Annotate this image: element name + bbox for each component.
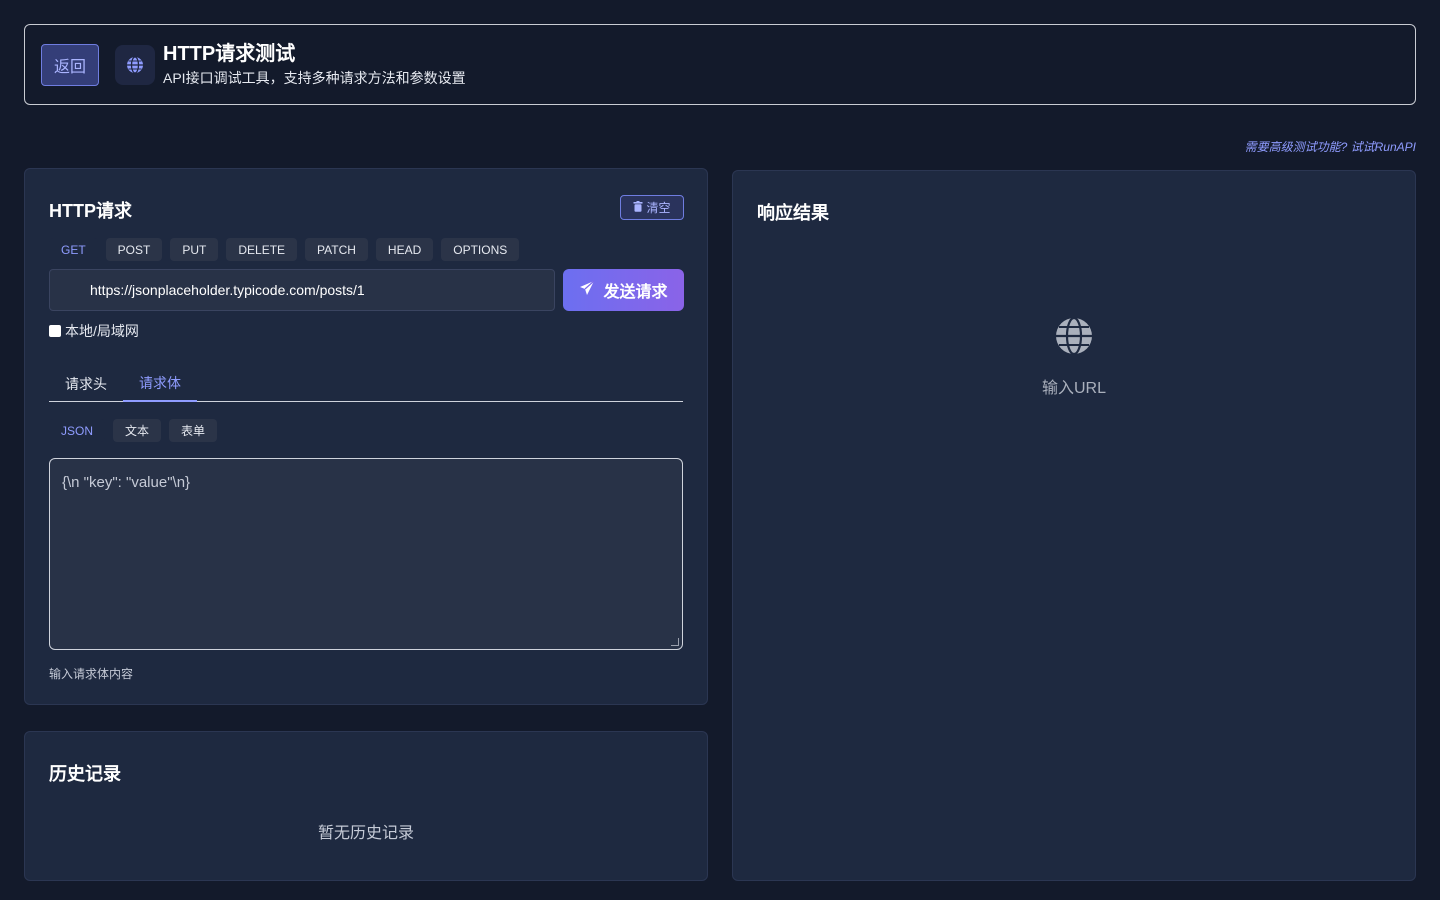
local-network-checkbox[interactable] (49, 325, 61, 337)
request-title: HTTP请求 (49, 201, 132, 221)
body-placeholder: {\n "key": "value"\n} (62, 474, 191, 491)
header-title-block: HTTP请求测试 API接口调试工具，支持多种请求方法和参数设置 (163, 42, 466, 88)
history-empty-text: 暂无历史记录 (317, 825, 414, 842)
history-title: 历史记录 (49, 764, 121, 784)
body-type-selector: JSON 文本 表单 (49, 419, 218, 442)
clear-button[interactable]: 清空 (620, 195, 684, 220)
send-request-button[interactable]: 发送请求 (563, 269, 684, 311)
page-subtitle: API接口调试工具，支持多种请求方法和参数设置 (163, 69, 466, 86)
body-type-text[interactable]: 文本 (113, 419, 162, 442)
resize-handle-icon[interactable] (671, 638, 679, 646)
runapi-link[interactable]: 需要高级测试功能? 试试RunAPI (1245, 138, 1416, 155)
history-card: 历史记录 暂无历史记录 (24, 731, 708, 881)
method-selector: GET POST PUT DELETE PATCH HEAD OPTIONS (49, 238, 520, 261)
back-button[interactable]: 返回 (41, 43, 99, 86)
request-tabs: 请求头 请求体 (49, 366, 683, 402)
method-put[interactable]: PUT (170, 238, 219, 261)
method-post[interactable]: POST (105, 238, 163, 261)
globe-icon (115, 44, 155, 85)
request-card: HTTP请求 清空 GET POST PUT DELETE PATCH HEAD… (24, 168, 708, 705)
local-network-label: 本地/局域网 (65, 323, 139, 339)
method-delete[interactable]: DELETE (226, 238, 298, 261)
send-label: 发送请求 (603, 284, 668, 301)
tab-body[interactable]: 请求体 (123, 366, 197, 402)
page-title: HTTP请求测试 (163, 42, 296, 65)
method-get[interactable]: GET (49, 238, 98, 261)
response-empty-state: 输入URL (733, 316, 1415, 398)
trash-icon (633, 200, 643, 215)
page-header: 返回 HTTP请求测试 API接口调试工具，支持多种请求方法和参数设置 (24, 24, 1416, 105)
body-hint: 输入请求体内容 (49, 667, 134, 681)
response-card: 响应结果 输入URL (732, 170, 1416, 881)
local-network-option[interactable]: 本地/局域网 (49, 321, 139, 341)
globe-icon (1055, 316, 1093, 360)
url-input[interactable]: https://jsonplaceholder.typicode.com/pos… (49, 269, 555, 311)
response-empty-text: 输入URL (1041, 380, 1106, 397)
clear-label: 清空 (646, 201, 671, 215)
body-type-json[interactable]: JSON (49, 419, 106, 442)
response-title: 响应结果 (757, 203, 829, 223)
method-patch[interactable]: PATCH (305, 238, 368, 261)
tab-headers[interactable]: 请求头 (49, 366, 123, 402)
body-type-form[interactable]: 表单 (169, 419, 218, 442)
request-body-textarea[interactable]: {\n "key": "value"\n} (49, 458, 683, 650)
paper-plane-icon (579, 280, 595, 301)
method-options[interactable]: OPTIONS (441, 238, 520, 261)
method-head[interactable]: HEAD (375, 238, 434, 261)
